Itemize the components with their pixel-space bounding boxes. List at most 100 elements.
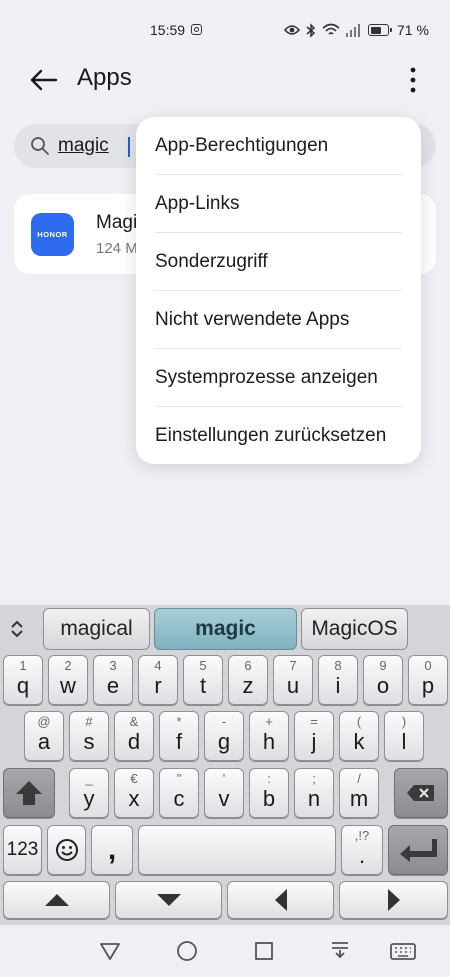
- battery-icon: [368, 24, 392, 36]
- key-hint: &: [129, 714, 139, 729]
- key-p[interactable]: 0p: [408, 655, 448, 705]
- key-hint: 8: [334, 658, 342, 673]
- key-y[interactable]: _ y: [69, 768, 109, 818]
- key-hint: 1: [19, 658, 27, 673]
- arrow-left-icon: [30, 69, 58, 91]
- menu-item-app-permissions[interactable]: App-Berechtigungen: [155, 117, 402, 175]
- key-hint: 5: [199, 658, 207, 673]
- key-u[interactable]: 7u: [273, 655, 313, 705]
- nav-home-button[interactable]: [175, 939, 199, 963]
- key-i[interactable]: 8i: [318, 655, 358, 705]
- key-v[interactable]: ' v: [204, 768, 244, 818]
- key-f[interactable]: * f: [159, 711, 199, 761]
- backspace-key[interactable]: [394, 768, 448, 818]
- keyboard-switch-button[interactable]: [390, 939, 416, 963]
- overflow-menu: App-Berechtigungen App-Links Sonderzugri…: [136, 117, 421, 464]
- status-bar: 15:59 71 %: [0, 0, 450, 56]
- key-w[interactable]: 2w: [48, 655, 88, 705]
- key-hint: (: [356, 714, 362, 729]
- wifi-icon: [322, 23, 340, 35]
- key-hint: 9: [379, 658, 387, 673]
- key-label: c: [173, 786, 185, 811]
- triangle-up-icon: [44, 894, 69, 906]
- menu-item-special-access[interactable]: Sonderzugriff: [155, 233, 402, 291]
- key-s[interactable]: # s: [69, 711, 109, 761]
- key-k[interactable]: (k: [339, 711, 379, 761]
- shift-key[interactable]: [3, 768, 55, 818]
- key-l[interactable]: ) l: [384, 711, 424, 761]
- text-cursor: [128, 137, 130, 157]
- key-r[interactable]: 4r: [138, 655, 178, 705]
- key-o[interactable]: 9o: [363, 655, 403, 705]
- key-z[interactable]: 6z: [228, 655, 268, 705]
- key-b[interactable]: :b: [249, 768, 289, 818]
- menu-item-app-links[interactable]: App-Links: [155, 175, 402, 233]
- key-n[interactable]: ; n: [294, 768, 334, 818]
- key-hint: ): [401, 714, 407, 729]
- key-c[interactable]: " c: [159, 768, 199, 818]
- back-button[interactable]: [26, 62, 62, 98]
- key-hint: 0: [424, 658, 432, 673]
- key-label: h: [262, 729, 276, 754]
- enter-key[interactable]: [388, 825, 448, 875]
- key-label: e: [106, 673, 120, 698]
- cursor-up-key[interactable]: [3, 881, 110, 919]
- emoji-key[interactable]: [47, 825, 86, 875]
- key-h[interactable]: + h: [249, 711, 289, 761]
- square-recents-icon: [255, 942, 273, 960]
- key-hint: 6: [244, 658, 252, 673]
- menu-item-unused-apps[interactable]: Nicht verwendete Apps: [155, 291, 402, 349]
- key-hint: ": [176, 771, 182, 786]
- period-key[interactable]: ,!? .: [341, 825, 383, 875]
- key-label: x: [128, 786, 140, 811]
- key-label: y: [83, 786, 95, 811]
- numbers-key[interactable]: 123: [3, 825, 42, 875]
- key-g[interactable]: -g: [204, 711, 244, 761]
- suggestions-expand-button[interactable]: [0, 608, 34, 650]
- system-navigation-bar: [0, 925, 450, 977]
- key-label: p: [421, 673, 435, 698]
- key-label: w: [60, 673, 76, 698]
- key-m[interactable]: / m: [339, 768, 379, 818]
- key-t[interactable]: 5t: [183, 655, 223, 705]
- space-key[interactable]: [138, 825, 336, 875]
- key-label: d: [127, 729, 141, 754]
- menu-item-show-system-processes[interactable]: Systemprozesse anzeigen: [155, 349, 402, 407]
- key-d[interactable]: & d: [114, 711, 154, 761]
- suggestion-2[interactable]: magic: [154, 608, 297, 650]
- key-hint: 2: [64, 658, 72, 673]
- key-label: l: [401, 729, 407, 754]
- key-x[interactable]: € x: [114, 768, 154, 818]
- cursor-down-key[interactable]: [115, 881, 222, 919]
- key-label: g: [217, 729, 231, 754]
- menu-item-reset-settings[interactable]: Einstellungen zurücksetzen: [155, 407, 402, 465]
- status-time: 15:59: [150, 22, 186, 38]
- cursor-right-key[interactable]: [339, 881, 448, 919]
- app-bar: Apps: [0, 56, 450, 106]
- comma-key[interactable]: ,: [91, 825, 133, 875]
- key-hint: *: [176, 714, 182, 729]
- soft-keyboard: magical magic MagicOS 1q2w3e4r5t6z7u8i9o…: [0, 605, 450, 925]
- key-label: b: [262, 786, 276, 811]
- battery-percent: 71 %: [397, 22, 429, 38]
- nav-back-button[interactable]: [98, 939, 122, 963]
- more-options-button[interactable]: [400, 62, 426, 98]
- key-hint: 4: [154, 658, 162, 673]
- backspace-icon: [407, 785, 434, 801]
- triangle-left-icon: [274, 889, 287, 911]
- chevron-up-down-icon: [11, 620, 23, 638]
- nav-recents-button[interactable]: [252, 939, 276, 963]
- key-j[interactable]: = j: [294, 711, 334, 761]
- eye-icon: [284, 25, 300, 35]
- key-e[interactable]: 3e: [93, 655, 133, 705]
- suggestion-3[interactable]: MagicOS: [301, 608, 408, 650]
- suggestion-1[interactable]: magical: [43, 608, 150, 650]
- hide-keyboard-button[interactable]: [328, 939, 352, 963]
- key-hint: €: [130, 771, 138, 786]
- signal-icon: [346, 23, 360, 37]
- cursor-left-key[interactable]: [227, 881, 334, 919]
- key-q[interactable]: 1q: [3, 655, 43, 705]
- key-label: u: [286, 673, 300, 698]
- shift-icon: [16, 781, 42, 805]
- key-a[interactable]: @ a: [24, 711, 64, 761]
